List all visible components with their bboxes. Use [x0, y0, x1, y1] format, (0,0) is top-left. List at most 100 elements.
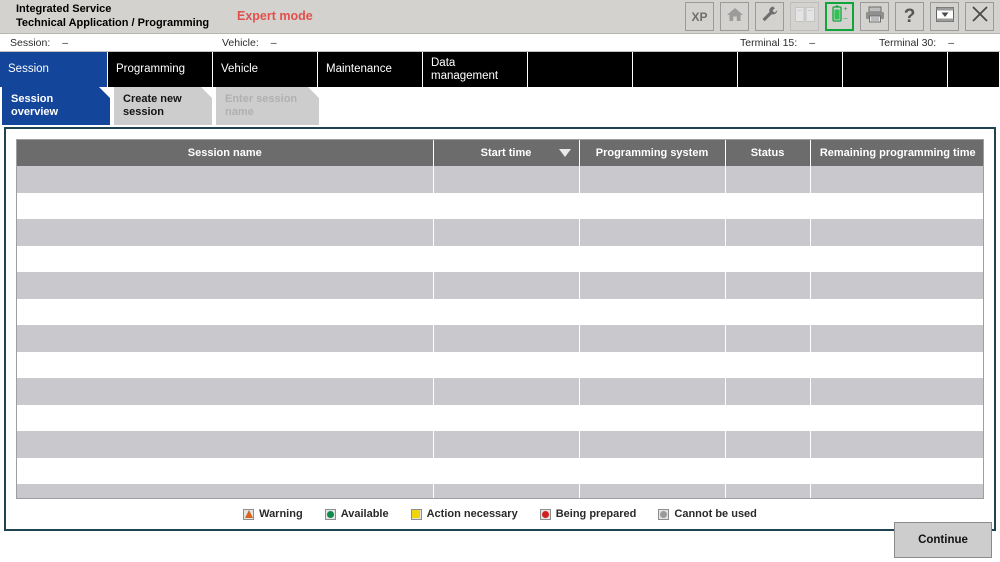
legend-item-label: Available — [340, 508, 389, 520]
sub-tab-create-new-session[interactable]: Create new session — [114, 87, 212, 125]
table-row[interactable] — [17, 192, 983, 219]
table-cell-4 — [810, 166, 983, 193]
column-header-status[interactable]: Status — [725, 140, 811, 166]
terminal15-info: Terminal 15: – — [740, 37, 815, 49]
home-icon — [726, 6, 744, 27]
sub-tab-label: Enter session name — [225, 93, 298, 118]
table-cell-4 — [810, 431, 983, 458]
close-button[interactable] — [965, 2, 994, 31]
svg-text:+: + — [843, 6, 847, 13]
table-cell-1 — [433, 351, 579, 378]
table-row[interactable] — [17, 431, 983, 458]
table-cell-2 — [579, 404, 725, 431]
main-tab-label: Programming — [116, 63, 186, 75]
help-button[interactable]: ? — [895, 2, 924, 31]
table-row[interactable] — [17, 219, 983, 246]
column-header-remaining-programming-time[interactable]: Remaining programming time — [810, 140, 983, 166]
vehicle-info: Vehicle: – — [222, 37, 277, 49]
xp-text-icon: XP — [691, 9, 708, 24]
table-cell-2 — [579, 325, 726, 352]
table-cell-3 — [725, 272, 811, 299]
table-row[interactable] — [17, 298, 983, 325]
dual-panel-icon — [794, 6, 815, 27]
status-gray-icon — [658, 508, 670, 520]
title-line-2: Technical Application / Programming — [16, 17, 210, 29]
table-cell-2 — [579, 166, 726, 193]
table-row[interactable] — [17, 351, 983, 378]
table-cell-0 — [17, 166, 434, 193]
home-button[interactable] — [720, 2, 749, 31]
main-tab-empty-7 — [738, 52, 843, 87]
sort-descending-icon[interactable] — [558, 149, 571, 157]
sub-tab-label: Create new session — [123, 93, 182, 118]
table-cell-3 — [725, 431, 811, 458]
settings-button[interactable] — [755, 2, 784, 31]
continue-button[interactable]: Continue — [894, 522, 992, 558]
table-cell-0 — [17, 404, 433, 431]
expert-mode-label: Expert mode — [237, 9, 313, 23]
table-cell-2 — [579, 272, 726, 299]
main-tab-data-management[interactable]: Data management — [423, 52, 528, 87]
title-line-1: Integrated Service — [16, 3, 112, 15]
table-row[interactable] — [17, 166, 983, 193]
table-row[interactable] — [17, 378, 983, 405]
table-body — [17, 166, 983, 498]
toolbar: XP + – ? — [685, 2, 994, 31]
sub-tab-session-overview[interactable]: Session overview — [2, 87, 110, 125]
session-table-container[interactable]: Session name Start time Programming system… — [16, 139, 984, 499]
table-row[interactable] — [17, 457, 983, 484]
table-cell-4 — [810, 272, 983, 299]
table-cell-3 — [725, 298, 810, 325]
table-row[interactable] — [17, 245, 983, 272]
table-cell-3 — [725, 245, 810, 272]
table-cell-2 — [579, 431, 726, 458]
legend-swatch-shape — [412, 510, 421, 518]
table-cell-1 — [433, 325, 580, 352]
table-cell-4 — [810, 325, 983, 352]
session-info-value: – — [62, 37, 69, 49]
minimize-button[interactable] — [930, 2, 959, 31]
column-header-label: Programming system — [595, 147, 709, 159]
table-cell-3 — [725, 192, 810, 219]
column-header-start-time[interactable]: Start time — [433, 140, 580, 166]
close-icon — [970, 4, 990, 29]
legend-swatch-shape — [244, 510, 253, 518]
legend-item-label: Warning — [259, 508, 303, 520]
main-tab-vehicle[interactable]: Vehicle — [213, 52, 318, 87]
main-tab-programming[interactable]: Programming — [108, 52, 213, 87]
battery-button[interactable]: + – — [825, 2, 854, 31]
main-tab-session[interactable]: Session — [0, 52, 108, 87]
footer-bar: Continue — [0, 522, 1000, 562]
main-tab-empty-6 — [633, 52, 738, 87]
table-cell-0 — [17, 272, 434, 299]
table-cell-1 — [433, 298, 579, 325]
table-cell-2 — [579, 192, 725, 219]
session-info: Session: – — [10, 37, 68, 49]
table-row[interactable] — [17, 272, 983, 299]
table-cell-0 — [17, 325, 434, 352]
legend-swatch-shape — [660, 510, 668, 518]
status-green-icon — [324, 508, 336, 520]
main-tab-maintenance[interactable]: Maintenance — [318, 52, 423, 87]
wrench-icon — [760, 5, 779, 29]
legend-item-action-necessary: Action necessary — [410, 508, 518, 520]
column-header-session-name[interactable]: Session name — [17, 140, 434, 166]
table-cell-0 — [17, 484, 434, 498]
table-cell-4 — [810, 378, 983, 405]
print-button[interactable] — [860, 2, 889, 31]
table-cell-3 — [725, 351, 810, 378]
vehicle-info-label: Vehicle: — [222, 37, 259, 49]
table-row[interactable] — [17, 325, 983, 352]
legend-item-label: Action necessary — [426, 508, 518, 520]
sub-tab-label: Session overview — [11, 93, 59, 118]
table-cell-2 — [579, 484, 726, 498]
legend-swatch-shape — [541, 510, 549, 518]
xp-button[interactable]: XP — [685, 2, 714, 31]
table-cell-1 — [433, 272, 580, 299]
table-row[interactable] — [17, 404, 983, 431]
legend-item-being-prepared: Being prepared — [539, 508, 636, 520]
table-cell-1 — [433, 378, 580, 405]
title-bar: Integrated Service Technical Application… — [0, 0, 1000, 34]
column-header-programming-system[interactable]: Programming system — [579, 140, 726, 166]
table-row[interactable] — [17, 484, 983, 498]
